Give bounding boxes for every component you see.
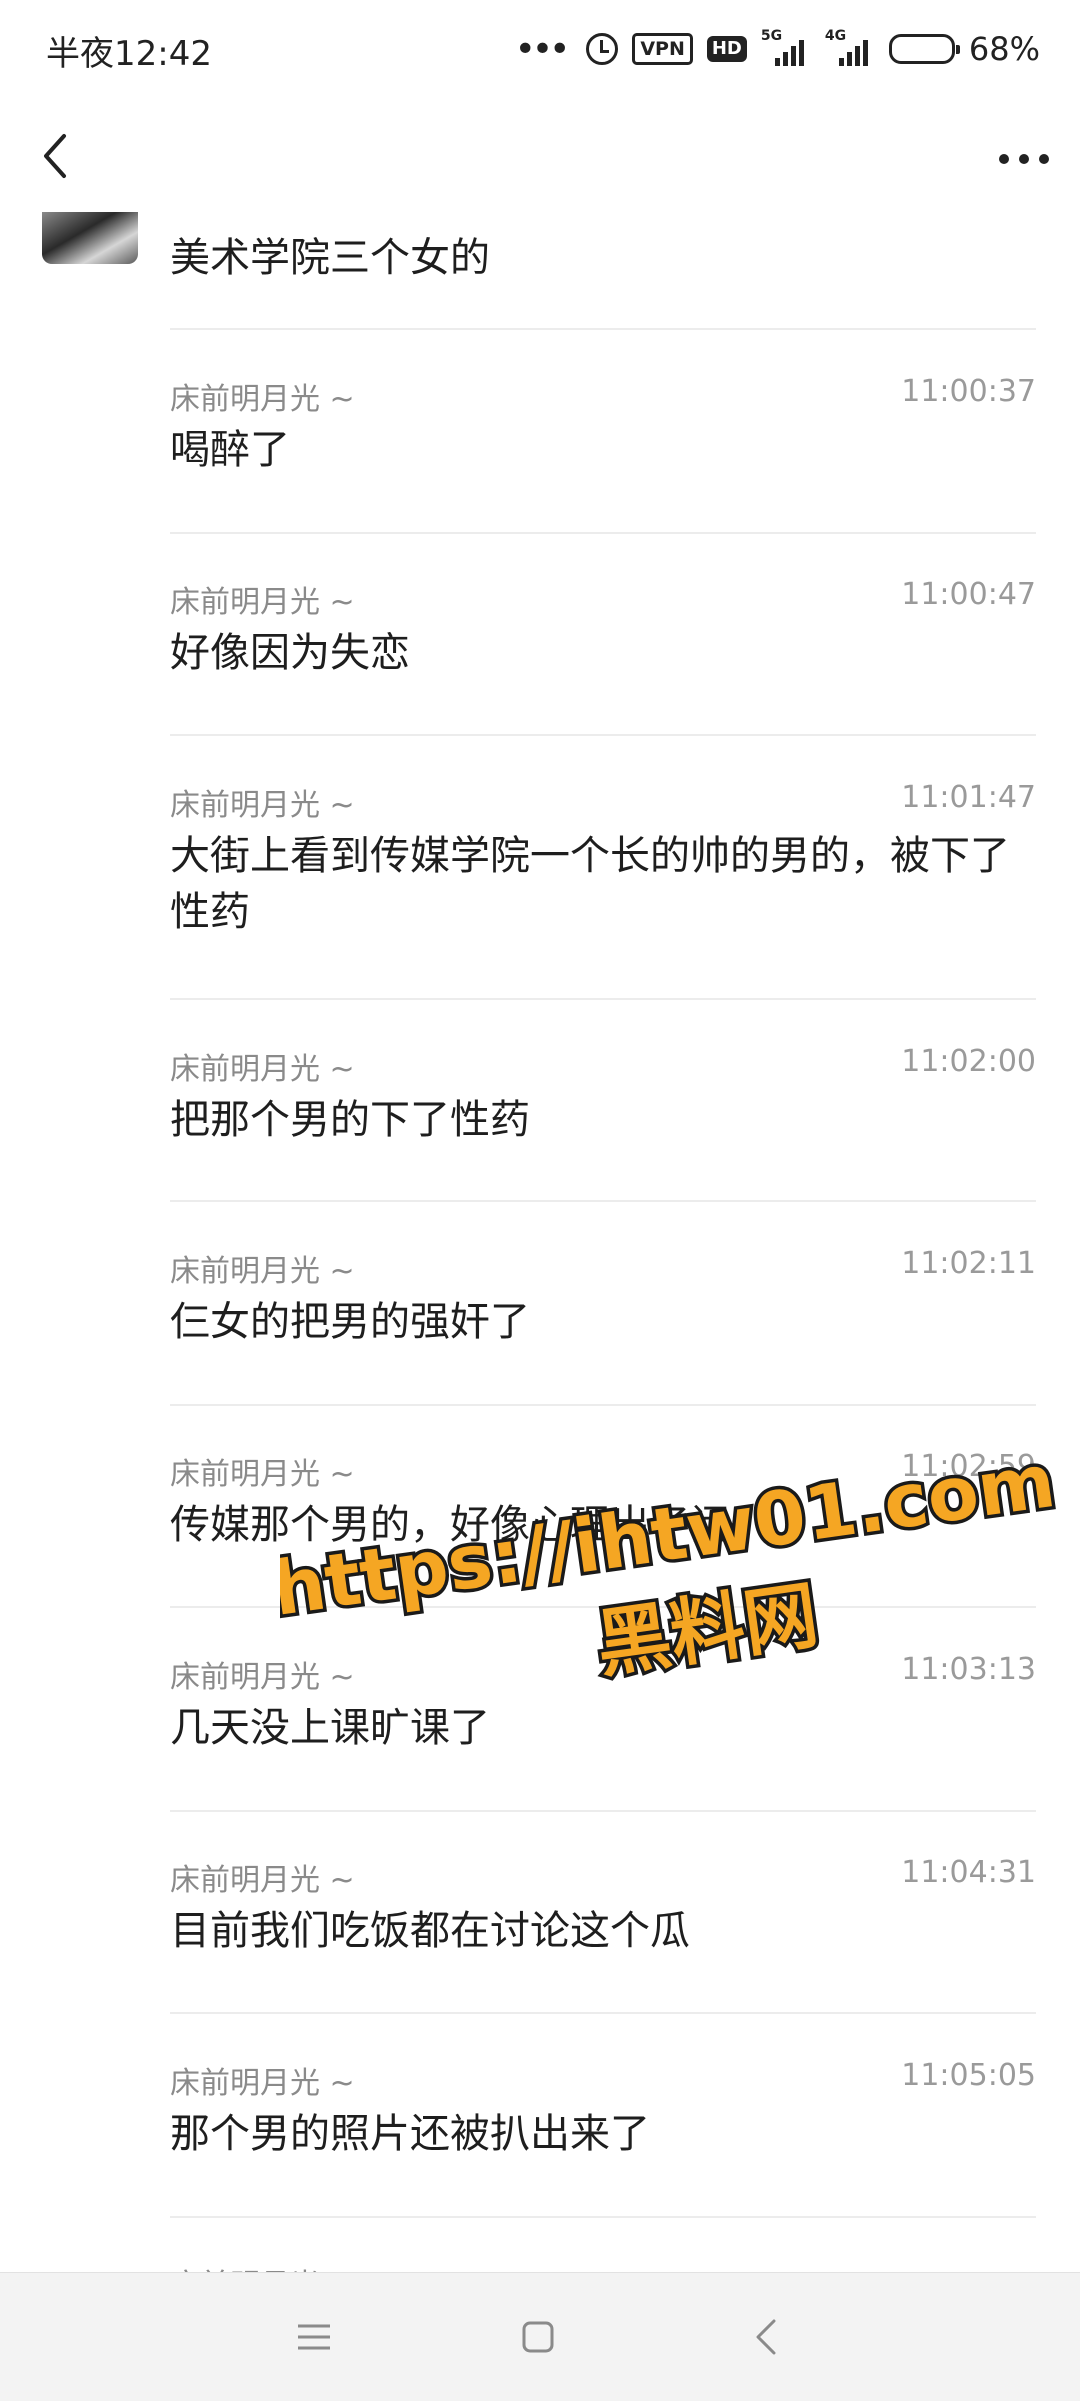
message-sender: 床前明月光 ~ bbox=[170, 2260, 355, 2272]
message-time: 11:02:00 bbox=[901, 1044, 1036, 1079]
message-time: 11:02:59 bbox=[901, 1449, 1036, 1484]
message-sender: 床前明月光 ~ bbox=[170, 585, 355, 620]
message-sender: 床前明月光 ~ bbox=[170, 1660, 355, 1695]
message-sender: 床前明月光 ~ bbox=[170, 1863, 355, 1898]
menu-icon[interactable] bbox=[294, 2317, 334, 2357]
vpn-badge: VPN bbox=[632, 33, 693, 65]
more-notifications-icon: ••• bbox=[514, 28, 571, 70]
message-body: 仨女的把男的强奸了 bbox=[170, 1299, 530, 1345]
divider bbox=[170, 1404, 1036, 1406]
divider bbox=[170, 1200, 1036, 1202]
divider bbox=[170, 1810, 1036, 1812]
divider bbox=[170, 2216, 1036, 2218]
chevron-left-icon[interactable] bbox=[28, 126, 88, 186]
hd-badge: HD bbox=[706, 36, 747, 62]
message-time: 11:00:47 bbox=[901, 577, 1036, 612]
message-body: 喝醉了 bbox=[170, 427, 290, 473]
message-sender: 床前明月光 ~ bbox=[170, 788, 355, 823]
status-time: 半夜12:42 bbox=[46, 34, 212, 74]
chat-message-list[interactable]: 美术学院三个女的 床前明月光 ~ 11:00:37 喝醉了 床前明月光 ~ 11… bbox=[0, 212, 1080, 2272]
message-body: 目前我们吃饭都在讨论这个瓜 bbox=[170, 1908, 690, 1954]
top-nav-bar bbox=[0, 96, 1080, 224]
battery-percent: 68% bbox=[968, 30, 1040, 68]
message-body: 传媒那个男的，好像心理出了问 bbox=[170, 1502, 730, 1548]
message-body: 大街上看到传媒学院一个长的帅的男的，被下了性药 bbox=[170, 833, 1010, 935]
message-time: 11:00:37 bbox=[901, 374, 1036, 409]
message-sender: 床前明月光 ~ bbox=[170, 1052, 355, 1087]
message-time: 11:04:31 bbox=[901, 1855, 1036, 1890]
divider bbox=[170, 2012, 1036, 2014]
message-body: 那个男的照片还被扒出来了 bbox=[170, 2111, 650, 2157]
battery-icon bbox=[888, 34, 960, 64]
message-sender: 床前明月光 ~ bbox=[170, 2066, 355, 2101]
message-body: 几天没上课旷课了 bbox=[170, 1705, 490, 1751]
message-time: 11:01:47 bbox=[901, 780, 1036, 815]
alarm-icon bbox=[586, 33, 619, 65]
divider bbox=[170, 328, 1036, 330]
status-icons: ••• VPN HD 5G 4G 68% bbox=[515, 24, 1040, 74]
back-triangle-icon[interactable] bbox=[746, 2315, 786, 2359]
divider bbox=[170, 532, 1036, 534]
divider bbox=[170, 998, 1036, 1000]
avatar[interactable] bbox=[42, 212, 138, 264]
signal-4g-icon: 4G bbox=[825, 28, 875, 66]
message-body: 把那个男的下了性药 bbox=[170, 1097, 530, 1143]
message-body: 好像因为失恋 bbox=[170, 630, 410, 676]
divider bbox=[170, 1606, 1036, 1608]
message-sender: 床前明月光 ~ bbox=[170, 1254, 355, 1289]
divider bbox=[170, 734, 1036, 736]
message-sender: 床前明月光 ~ bbox=[170, 1457, 355, 1492]
more-horizontal-icon[interactable] bbox=[994, 134, 1054, 184]
message-time: 11:03:13 bbox=[901, 1652, 1036, 1687]
home-square-icon[interactable] bbox=[518, 2317, 558, 2357]
system-nav-bar bbox=[0, 2272, 1080, 2401]
message-body: 美术学院三个女的 bbox=[170, 235, 490, 281]
message-time: 11:05:05 bbox=[901, 2058, 1036, 2093]
message-sender: 床前明月光 ~ bbox=[170, 382, 355, 417]
signal-5g-icon: 5G bbox=[761, 28, 811, 66]
status-bar: 半夜12:42 ••• VPN HD 5G 4G 68% bbox=[0, 0, 1080, 96]
message-time: 11:02:11 bbox=[901, 1246, 1036, 1281]
